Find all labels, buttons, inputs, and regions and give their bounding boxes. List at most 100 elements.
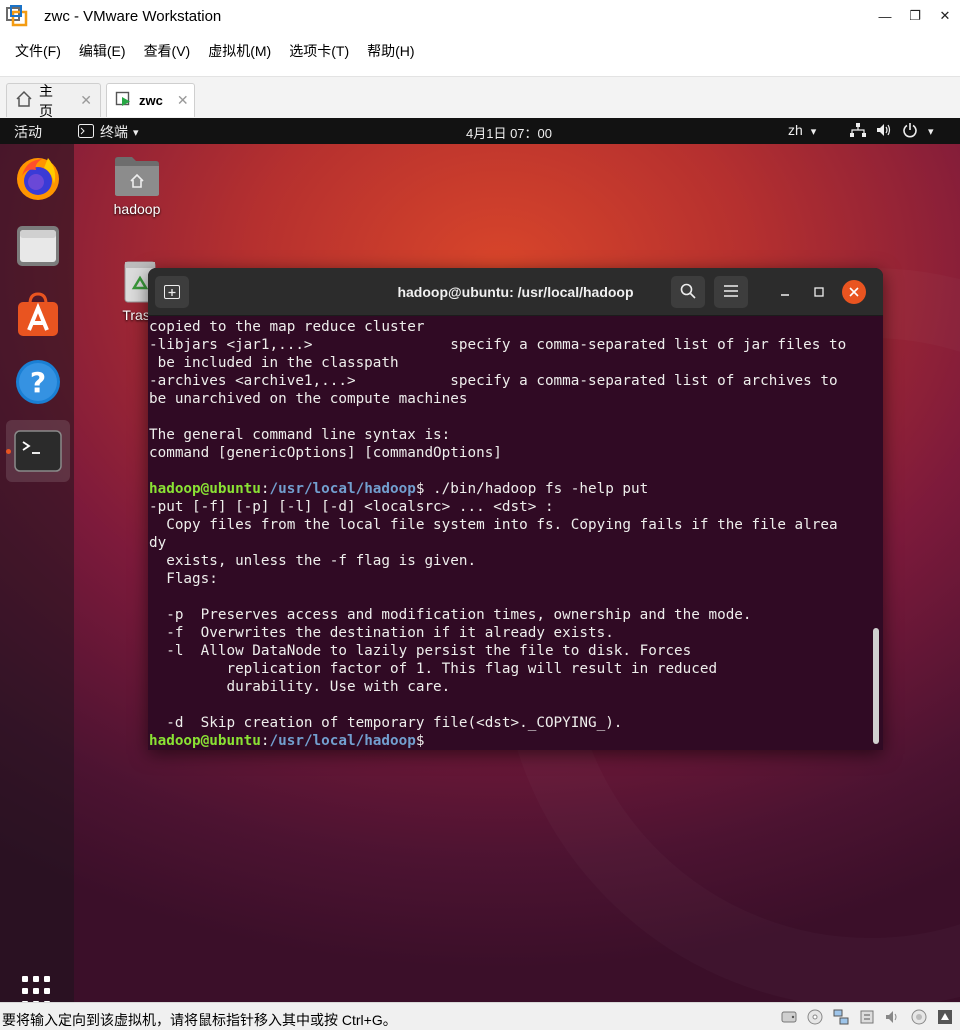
line-text: -libjars <jar1,...> specify a comma-sepa… <box>149 337 847 353</box>
prompt-symbol: $ <box>415 733 425 748</box>
desktop-icon-hadoop[interactable]: hadoop <box>100 154 174 217</box>
line-text: command [genericOptions] [commandOptions… <box>149 445 502 461</box>
printer-icon[interactable] <box>910 1008 928 1026</box>
vmware-statusbar: 要将输入定向到该虚拟机，请将鼠标指针移入其中或按 Ctrl+G。 <box>0 1002 960 1030</box>
usb-icon[interactable] <box>858 1008 876 1026</box>
chevron-down-icon: ▾ <box>810 126 817 138</box>
gnome-top-bar: 活动 终端 ▾ 4月1日 07：00 zh ▾ ▾ <box>0 118 960 144</box>
line-text: durability. Use with care. <box>149 679 451 695</box>
terminal-line: -l Allow DataNode to lazily persist the … <box>149 642 874 660</box>
terminal-scrollbar[interactable] <box>873 628 879 744</box>
menu-view[interactable]: 查看(V) <box>135 41 200 61</box>
desktop-icon-label: hadoop <box>113 201 161 217</box>
terminal-line: -d Skip creation of temporary file(<dst>… <box>149 714 874 732</box>
line-text: -f Overwrites the destination if it alre… <box>149 625 614 641</box>
search-button[interactable] <box>671 276 705 308</box>
prompt-user: hadoop@ubuntu <box>149 481 261 497</box>
firefox-icon[interactable] <box>14 154 62 202</box>
line-text: -p Preserves access and modification tim… <box>149 607 752 623</box>
line-text: The general command line syntax is: <box>149 427 451 443</box>
menu-vm[interactable]: 虚拟机(M) <box>199 41 280 61</box>
sound-icon[interactable] <box>884 1008 902 1026</box>
prompt-user: hadoop@ubuntu <box>149 733 261 748</box>
vmware-app-icon[interactable] <box>6 5 28 27</box>
terminal-line: -p Preserves access and modification tim… <box>149 606 874 624</box>
terminal-line: be included in the classpath <box>149 354 874 372</box>
vmware-titlebar: zwc - VMware Workstation — ❐ ✕ <box>0 0 960 32</box>
terminal-line: -libjars <jar1,...> specify a comma-sepa… <box>149 336 874 354</box>
new-tab-button[interactable] <box>155 276 189 308</box>
window-controls: — ❐ ✕ <box>870 0 960 32</box>
terminal-line: The general command line syntax is: <box>149 426 874 444</box>
app-menu-label: 终端 <box>100 124 128 140</box>
close-button[interactable]: ✕ <box>930 0 960 32</box>
vm-play-icon <box>115 90 133 111</box>
clock[interactable]: 4月1日 07：00 <box>466 123 552 142</box>
menu-edit[interactable]: 编辑(E) <box>70 41 135 61</box>
menu-button[interactable] <box>714 276 748 308</box>
files-icon[interactable] <box>14 222 62 270</box>
line-text: dy <box>149 535 167 551</box>
tab-zwc[interactable]: zwc ✕ <box>106 83 195 117</box>
guest-screen[interactable]: 活动 终端 ▾ 4月1日 07：00 zh ▾ ▾ ? hadoop Trash… <box>0 118 960 1002</box>
app-menu[interactable]: 终端 ▾ <box>78 122 139 142</box>
terminal-minimize-button[interactable] <box>768 276 802 308</box>
ubuntu-software-icon[interactable] <box>14 290 62 338</box>
maximize-button[interactable]: ❐ <box>900 0 930 32</box>
prompt-separator: : <box>260 481 270 497</box>
close-icon[interactable]: ✕ <box>80 92 92 109</box>
system-tray[interactable]: ▾ <box>850 122 934 141</box>
terminal-close-button[interactable] <box>842 280 866 304</box>
power-icon <box>902 122 918 141</box>
network-icon[interactable] <box>832 1008 850 1026</box>
tab-strip: 主页 ✕ zwc ✕ <box>0 76 960 119</box>
hamburger-icon <box>724 284 738 300</box>
terminal-line: command [genericOptions] [commandOptions… <box>149 444 874 462</box>
dock: ? <box>0 144 74 1002</box>
terminal-prompt-line: hadoop@ubuntu:/usr/local/hadoop$ ./bin/h… <box>149 480 874 498</box>
terminal-line: -put [-f] [-p] [-l] [-d] <localsrc> ... … <box>149 498 874 516</box>
language-indicator[interactable]: zh ▾ <box>788 122 816 138</box>
grid-icon[interactable] <box>22 976 54 1002</box>
line-text: be unarchived on the compute machines <box>149 391 468 407</box>
terminal-maximize-button[interactable] <box>802 276 836 308</box>
line-text: be included in the classpath <box>149 355 399 371</box>
terminal-output[interactable]: copied to the map reduce cluster -libjars… <box>149 318 874 748</box>
hdd-icon[interactable] <box>780 1008 798 1026</box>
terminal-line: be unarchived on the compute machines <box>149 390 874 408</box>
home-icon <box>15 90 33 111</box>
help-icon[interactable]: ? <box>14 358 62 406</box>
line-text: copied to the map reduce cluster <box>149 319 425 335</box>
minimize-button[interactable]: — <box>870 0 900 32</box>
menu-help[interactable]: 帮助(H) <box>358 41 423 61</box>
chevron-down-icon: ▾ <box>133 126 139 139</box>
terminal-line: Copy files from the local file system in… <box>149 516 874 534</box>
device-icons <box>780 1008 954 1026</box>
menu-tabs[interactable]: 选项卡(T) <box>280 41 358 61</box>
tab-home[interactable]: 主页 ✕ <box>6 83 101 119</box>
cdrom-icon[interactable] <box>806 1008 824 1026</box>
line-text: replication factor of 1. This flag will … <box>149 661 718 677</box>
terminal-line: exists, unless the -f flag is given. <box>149 552 874 570</box>
line-text: exists, unless the -f flag is given. <box>149 553 477 569</box>
activities-button[interactable]: 活动 <box>14 122 42 142</box>
tab-home-label: 主页 <box>39 82 53 119</box>
terminal-icon[interactable] <box>6 420 70 482</box>
terminal-line: -f Overwrites the destination if it alre… <box>149 624 874 642</box>
menu-file[interactable]: 文件(F) <box>6 41 70 61</box>
line-text: -d Skip creation of temporary file(<dst>… <box>149 715 623 731</box>
terminal-headerbar[interactable]: hadoop@ubuntu: /usr/local/hadoop <box>148 268 883 316</box>
prompt-separator: : <box>260 733 270 748</box>
vm-logo-icon[interactable] <box>936 1008 954 1026</box>
command-text: ./bin/hadoop fs -help put <box>424 481 649 497</box>
language-label: zh <box>788 122 803 138</box>
tab-zwc-label: zwc <box>139 93 163 108</box>
terminal-window[interactable]: hadoop@ubuntu: /usr/local/hadoop copied … <box>148 268 883 750</box>
terminal-line: Flags: <box>149 570 874 588</box>
line-text: Copy files from the local file system in… <box>149 517 838 533</box>
window-title: zwc - VMware Workstation <box>44 7 222 25</box>
close-icon[interactable]: ✕ <box>177 92 189 109</box>
